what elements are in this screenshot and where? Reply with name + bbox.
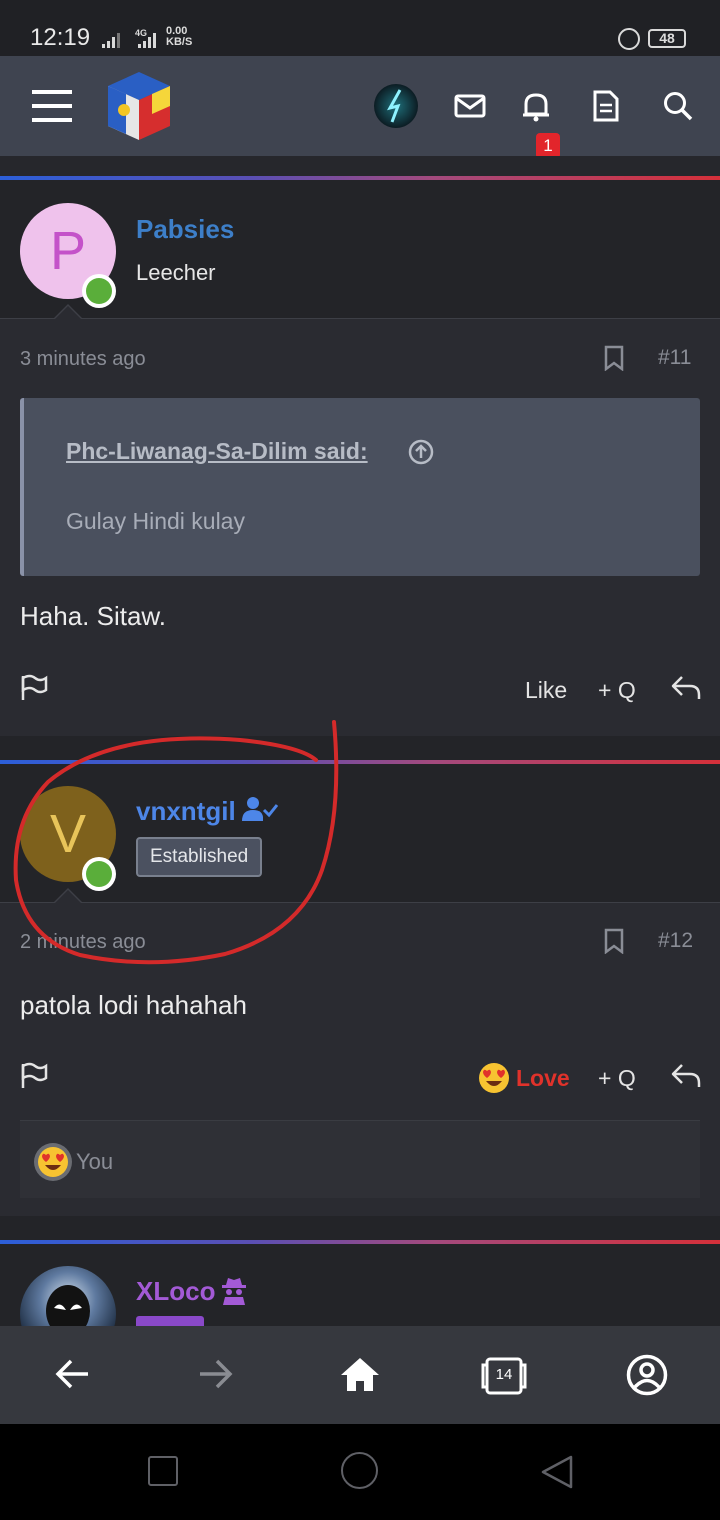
status-bar: 12:19 4G 0.00 KB/S 48 [0,0,720,56]
header-shadow [0,156,720,176]
browser-toolbar: 14 [0,1326,720,1424]
back-arrow-icon[interactable] [54,1358,90,1395]
reply-icon[interactable] [670,1062,702,1095]
battery-icon: 48 [648,29,686,48]
username[interactable]: Pabsies [136,214,234,245]
annotation-circle [13,720,339,965]
post-time[interactable]: 3 minutes ago [20,348,146,371]
reply-icon[interactable] [670,674,702,707]
network-speed: 0.00 KB/S [166,26,192,48]
caret-inner [55,306,81,319]
quote-block: Phc-Liwanag-Sa-Dilim said: Gulay Hindi k… [20,398,700,576]
search-icon[interactable] [658,86,698,126]
report-flag-icon[interactable] [20,1062,48,1095]
recent-apps-icon[interactable] [148,1456,178,1486]
menu-icon[interactable] [32,86,72,126]
divider [0,318,720,319]
quick-quote-button[interactable]: + Q [598,1065,636,1092]
status-time: 12:19 [30,24,91,51]
rotation-lock-icon [618,28,640,50]
user-title: Leecher [136,260,216,285]
like-button[interactable]: Like [525,677,567,704]
speed-unit: KB/S [166,36,193,48]
heart-eyes-emoji-icon [34,1143,72,1181]
username[interactable]: XLoco [136,1276,215,1307]
app-header: 1 [0,56,720,159]
spy-icon [220,1275,248,1310]
heart-eyes-emoji-icon[interactable] [478,1062,510,1099]
bookmark-icon[interactable] [603,345,625,376]
arrow-up-circle-icon[interactable] [407,438,435,471]
document-icon[interactable] [586,86,626,126]
post-number[interactable]: #11 [658,346,691,370]
quote-text: Gulay Hindi kulay [66,508,245,534]
home-icon[interactable] [340,1356,380,1397]
back-triangle-icon[interactable] [540,1454,574,1495]
user-avatar[interactable] [374,84,418,128]
forward-arrow-icon[interactable] [198,1358,234,1395]
reactions-bar[interactable]: You [20,1120,700,1198]
system-navigation-bar [0,1424,720,1520]
avatar-letter: P [49,221,87,281]
online-status-icon [82,274,116,308]
post-text: patola lodi hahahah [20,990,247,1020]
account-icon[interactable] [626,1354,668,1401]
post-text: Haha. Sitaw. [20,601,166,631]
home-circle-icon[interactable] [341,1452,378,1489]
tab-count: 14 [495,1366,513,1383]
signal-icon-2 [138,30,158,48]
quote-author[interactable]: Phc-Liwanag-Sa-Dilim said: [66,438,368,465]
post-gap [0,1216,720,1240]
quick-quote-button[interactable]: + Q [598,677,636,704]
reactions-by[interactable]: You [76,1149,113,1175]
tabs-icon[interactable]: 14 [480,1356,528,1396]
battery-level: 48 [659,30,675,46]
post-number[interactable]: #12 [658,929,693,953]
love-reaction-button[interactable]: Love [516,1065,570,1092]
signal-icon [102,30,122,48]
mail-icon[interactable] [450,86,490,126]
bell-icon[interactable] [516,86,556,126]
site-logo[interactable] [104,70,174,142]
bookmark-icon[interactable] [603,928,625,959]
